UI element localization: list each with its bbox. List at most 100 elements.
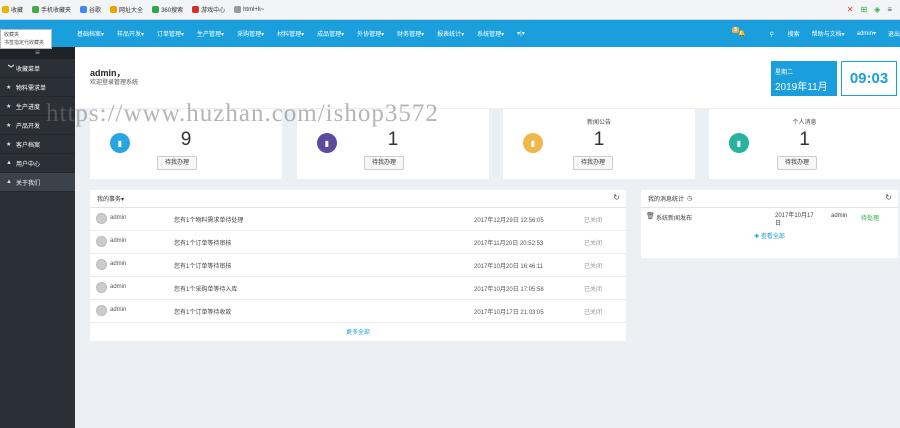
todo-row[interactable]: admin 您有1个订单等待收款 2017年10月17日 21:03:05 已关闭 bbox=[90, 300, 626, 323]
refresh-icon[interactable]: ↻ bbox=[885, 193, 892, 202]
chevron-down-icon: ❯ bbox=[7, 63, 14, 69]
star-icon: ★ bbox=[6, 141, 12, 148]
bookmark-item[interactable]: 收藏 bbox=[2, 5, 23, 14]
card-title: 个人消息 bbox=[792, 120, 817, 126]
notification-badge: 3 bbox=[732, 27, 739, 33]
card-action-button[interactable]: 待我办理 bbox=[364, 156, 405, 170]
sidebar-item[interactable]: ★ 物料需求单 bbox=[0, 78, 75, 97]
todo-status: 已关闭 bbox=[584, 287, 603, 293]
todo-panel-header: 我的事务▾ ↻ bbox=[90, 190, 626, 208]
todo-user: admin bbox=[110, 284, 127, 290]
bookmark-icon bbox=[110, 6, 118, 13]
tooltip-text: 书签指定代收藏夹 bbox=[4, 40, 45, 46]
bookmark-icon bbox=[80, 6, 88, 13]
avatar bbox=[96, 236, 107, 247]
nav-menu-item[interactable]: ▾|▾ bbox=[517, 30, 525, 37]
nav-menu-item[interactable]: 材料管理▾ bbox=[277, 29, 304, 38]
shield-icon[interactable]: ◈ bbox=[874, 5, 880, 14]
todo-row[interactable]: admin 您有1个订单等待审核 2017年10月20日 16:46:11 已关闭 bbox=[90, 254, 626, 277]
sidebar-item[interactable]: ▲ 用户中心 bbox=[0, 154, 75, 173]
bookmark-label: 收藏 bbox=[11, 8, 24, 14]
bookmark-label: 网址大全 bbox=[119, 8, 144, 14]
todo-row[interactable]: admin 您有1个订单等待审核 2017年11月20日 20:52:53 已关闭 bbox=[90, 231, 626, 254]
search-button[interactable]: ⚲ 搜索 bbox=[758, 29, 800, 38]
help-menu[interactable]: 帮助与文档▾ bbox=[812, 29, 845, 38]
current-date: 2019年11月22日 bbox=[775, 82, 828, 108]
todo-message[interactable]: 您有1个采购单等待入库 bbox=[174, 284, 237, 293]
todo-user: admin bbox=[110, 307, 127, 313]
message-row[interactable]: 🗑 系统新闻发布 2017年10月17日 admin 待处理 bbox=[641, 208, 898, 231]
watermark: https://www.huzhan.com/ishop3572 bbox=[46, 100, 439, 127]
star-icon: ★ bbox=[6, 84, 12, 91]
card-action-button[interactable]: 待我办理 bbox=[573, 156, 614, 170]
todo-message[interactable]: 您有1个订单等待审核 bbox=[174, 238, 231, 247]
card-action-button[interactable]: 待我办理 bbox=[777, 156, 818, 170]
sidebar-item[interactable]: ❯ 收藏菜单 bbox=[0, 59, 75, 78]
bookmark-label: 手机收藏夹 bbox=[41, 8, 72, 14]
exit-button[interactable]: 退出 bbox=[888, 29, 900, 38]
message-title[interactable]: 系统新闻发布 bbox=[656, 213, 692, 222]
todo-message[interactable]: 您有1个订单等待审核 bbox=[174, 261, 231, 270]
sidebar-item-label: 收藏菜单 bbox=[16, 66, 41, 73]
message-status: 待处理 bbox=[861, 216, 880, 222]
stat-card: 个人消息 ▮ 1 待我办理 bbox=[709, 109, 900, 179]
card-title: 新闻公告 bbox=[586, 120, 611, 126]
search-icon: ⚲ bbox=[769, 32, 776, 38]
extension-icon[interactable]: ⊞ bbox=[860, 5, 867, 14]
avatar bbox=[96, 213, 107, 224]
user-menu[interactable]: admin▾ bbox=[857, 30, 876, 37]
welcome-header: admin， 欢迎登录管理系统 星期二 2019年11月22日 09:03 bbox=[75, 47, 900, 108]
nav-menu-item[interactable]: 生产管理▾ bbox=[197, 29, 224, 38]
sidebar-item-label: 用户中心 bbox=[16, 161, 41, 168]
date-box: 星期二 2019年11月22日 bbox=[771, 61, 837, 108]
refresh-icon[interactable]: ↻ bbox=[613, 193, 620, 202]
todo-status: 已关闭 bbox=[584, 218, 603, 224]
bookmark-item[interactable]: html+li~ bbox=[234, 6, 264, 13]
notification-button[interactable]: 🔔 3 bbox=[726, 27, 746, 37]
nav-menu-item[interactable]: 外协管理▾ bbox=[357, 29, 384, 38]
chevron-up-icon: ▲ bbox=[6, 160, 12, 166]
nav-menu-item[interactable]: 报表统计▾ bbox=[437, 29, 464, 38]
sidebar-item-label: 客户档案 bbox=[16, 142, 41, 149]
todo-user: admin bbox=[110, 261, 127, 267]
star-icon: ★ bbox=[6, 103, 12, 110]
sidebar-item-label: 关于我们 bbox=[16, 180, 41, 187]
nav-menu-item[interactable]: 订单管理▾ bbox=[157, 29, 184, 38]
todo-title[interactable]: 我的事务▾ bbox=[97, 194, 124, 203]
window-controls: ✕ ⊞ ◈ ≡ bbox=[847, 5, 892, 14]
messages-title: 我的消息统计 bbox=[648, 197, 685, 203]
card-action-button[interactable]: 待我办理 bbox=[157, 156, 198, 170]
messages-more-link[interactable]: ✚ 查看全部 bbox=[641, 231, 898, 240]
bookmark-icon bbox=[192, 6, 200, 13]
todo-more-link[interactable]: 更多全部 bbox=[90, 327, 626, 336]
sidebar-item[interactable]: ▲ 关于我们 bbox=[0, 173, 75, 192]
menu-icon[interactable]: ≡ bbox=[887, 5, 892, 14]
todo-date: 2017年10月20日 17:05:58 bbox=[474, 287, 544, 293]
bookmark-item[interactable]: 360搜索 bbox=[152, 5, 183, 14]
todo-message[interactable]: 您有1个物料需求单待处理 bbox=[174, 215, 243, 224]
nav-menu-item[interactable]: 财务管理▾ bbox=[397, 29, 424, 38]
sidebar-item[interactable]: ★ 客户档案 bbox=[0, 135, 75, 154]
tooltip-title: 收藏夹 bbox=[4, 32, 20, 38]
nav-menu-item[interactable]: 系统管理▾ bbox=[477, 29, 504, 38]
nav-menu-item[interactable]: 成品管理▾ bbox=[317, 29, 344, 38]
todo-row[interactable]: admin 您有1个物料需求单待处理 2017年12月29日 12:56:05 已关闭 bbox=[90, 208, 626, 231]
bookmark-item[interactable]: 手机收藏夹 bbox=[32, 5, 71, 14]
avatar bbox=[96, 259, 107, 270]
close-tab-icon[interactable]: ✕ bbox=[847, 5, 854, 14]
message-user: admin bbox=[831, 213, 848, 219]
bookmark-item[interactable]: 网址大全 bbox=[110, 5, 143, 14]
nav-menu-item[interactable]: 基础档案▾ bbox=[77, 29, 104, 38]
bookmark-icon bbox=[2, 6, 9, 13]
todo-message[interactable]: 您有1个订单等待收款 bbox=[174, 307, 231, 316]
nav-menu-item[interactable]: 样品开发▾ bbox=[117, 29, 144, 38]
todo-row[interactable]: admin 您有1个采购单等待入库 2017年10月20日 17:05:58 已关闭 bbox=[90, 277, 626, 300]
messages-panel-header: 我的消息统计 ◷ ↻ bbox=[641, 190, 898, 208]
trash-icon[interactable]: 🗑 bbox=[646, 212, 655, 220]
bookmark-label: html+li~ bbox=[243, 6, 265, 13]
bookmark-item[interactable]: 游戏中心 bbox=[192, 5, 225, 14]
sidebar-item-label: 生产进度 bbox=[16, 104, 41, 111]
nav-menu-item[interactable]: 采购管理▾ bbox=[237, 29, 264, 38]
bookmark-item[interactable]: 谷歌 bbox=[80, 5, 101, 14]
more-icon: ✚ bbox=[754, 234, 761, 240]
